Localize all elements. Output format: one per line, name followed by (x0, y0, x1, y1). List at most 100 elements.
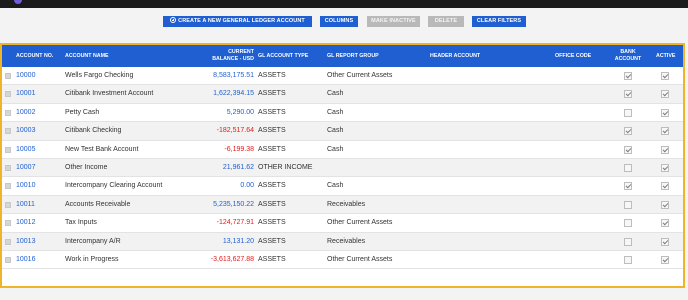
create-account-button[interactable]: CREATE A NEW GENERAL LEDGER ACCOUNT (163, 16, 312, 27)
active-checkbox[interactable] (661, 108, 669, 117)
col-gl-account-type[interactable]: GL ACCOUNT TYPE (258, 53, 308, 60)
col-balance-line2: BALANCE - USD (212, 55, 254, 62)
account-no-link[interactable]: 10011 (16, 196, 35, 214)
account-no-link[interactable]: 10007 (16, 159, 35, 177)
make-inactive-button[interactable]: MAKE INACTIVE (367, 16, 420, 27)
account-no-link[interactable]: 10001 (16, 85, 35, 103)
gl-report-group: Receivables (327, 237, 366, 245)
columns-button[interactable]: COLUMNS (320, 16, 358, 27)
gl-report-group: Cash (327, 145, 344, 153)
col-office-code[interactable]: OFFICE CODE (555, 53, 591, 60)
current-balance: 1,622,394.15 (213, 90, 254, 98)
bank-account-checkbox[interactable] (624, 72, 632, 80)
bank-account-checkbox[interactable] (624, 219, 632, 228)
account-name: Accounts Receivable (65, 200, 131, 208)
account-no-link[interactable]: 10000 (16, 67, 35, 85)
account-no-link[interactable]: 10013 (16, 233, 35, 251)
gl-account-type: ASSETS (258, 219, 286, 227)
current-balance: 8,583,175.51 (213, 72, 254, 79)
account-no-link[interactable]: 10012 (16, 214, 35, 232)
active-checkbox[interactable] (661, 127, 669, 136)
bank-account-checkbox[interactable] (624, 182, 632, 191)
table-row[interactable]: 10003 Citibank Checking -182,517.64 ASSETS C… (2, 122, 683, 141)
active-checkbox[interactable] (661, 256, 669, 264)
col-header-account[interactable]: HEADER ACCOUNT (430, 53, 480, 60)
row-select-checkbox[interactable] (5, 238, 11, 245)
gl-report-group: Receivables (327, 200, 366, 208)
bank-account-checkbox[interactable] (624, 200, 632, 209)
table-row[interactable]: 10013 Intercompany A/R 13,131.20 ASSETS Rece… (2, 232, 683, 251)
gl-account-type: OTHER INCOME (258, 164, 313, 171)
table-row[interactable]: 10001 Citibank Investment Account 1,622,39… (2, 85, 683, 104)
bank-account-checkbox[interactable] (624, 127, 632, 136)
bank-account-checkbox[interactable] (624, 108, 632, 117)
bank-account-checkbox[interactable] (624, 90, 632, 99)
create-account-label: CREATE A NEW GENERAL LEDGER ACCOUNT (178, 18, 305, 24)
row-select-checkbox[interactable] (5, 109, 11, 116)
current-balance: -182,517.64 (216, 127, 254, 135)
col-account-name[interactable]: ACCOUNT NAME (65, 53, 109, 60)
current-balance: -6,199.38 (224, 145, 254, 153)
gl-report-group: Cash (327, 182, 344, 190)
gl-account-type: ASSETS (258, 256, 286, 263)
table-row[interactable]: 10002 Petty Cash 5,290.00 ASSETS Cash (2, 103, 683, 123)
gl-report-group: Cash (327, 90, 344, 98)
current-balance: 0.00 (240, 182, 254, 190)
row-select-checkbox[interactable] (5, 91, 11, 98)
row-select-checkbox[interactable] (5, 128, 11, 135)
row-select-checkbox[interactable] (5, 201, 11, 208)
gl-account-type: ASSETS (258, 145, 286, 153)
row-select-checkbox[interactable] (5, 183, 11, 190)
current-balance: -3,613,627.88 (210, 256, 254, 263)
table-row[interactable]: 10011 Accounts Receivable 5,235,150.22 ASSE… (2, 195, 683, 215)
gl-account-type: ASSETS (258, 90, 286, 98)
account-name: Wells Fargo Checking (65, 72, 134, 79)
active-checkbox[interactable] (661, 164, 669, 172)
account-no-link[interactable]: 10005 (16, 141, 35, 159)
gl-report-group: Other Current Assets (327, 256, 393, 263)
active-checkbox[interactable] (661, 237, 669, 246)
gl-account-type: ASSETS (258, 108, 286, 116)
account-no-link[interactable]: 10016 (16, 251, 35, 269)
account-name: Intercompany A/R (65, 237, 121, 245)
col-gl-report-group[interactable]: GL REPORT GROUP (327, 53, 379, 60)
col-current-balance[interactable]: CURRENT BALANCE - USD (203, 49, 254, 62)
bank-account-checkbox[interactable] (624, 237, 632, 246)
col-bank-account[interactable]: BANK ACCOUNT (610, 49, 646, 62)
bank-account-checkbox[interactable] (624, 256, 632, 264)
bank-account-checkbox[interactable] (624, 164, 632, 172)
bank-account-checkbox[interactable] (624, 145, 632, 154)
row-select-checkbox[interactable] (5, 146, 11, 153)
active-checkbox[interactable] (661, 72, 669, 80)
row-select-checkbox[interactable] (5, 165, 11, 171)
delete-button[interactable]: DELETE (428, 16, 464, 27)
account-no-link[interactable]: 10003 (16, 122, 35, 140)
table-row[interactable]: 10007 Other Income 21,961.62 OTHER INCOME (2, 159, 683, 178)
gl-report-group: Cash (327, 127, 344, 135)
active-checkbox[interactable] (661, 200, 669, 209)
col-account-no[interactable]: ACCOUNT NO. (16, 53, 53, 60)
active-checkbox[interactable] (661, 145, 669, 154)
table-row[interactable]: 10010 Intercompany Clearing Account 0.00 AS… (2, 177, 683, 196)
table-row[interactable]: 10012 Tax Inputs -124,727.91 ASSETS Other Cu… (2, 214, 683, 233)
row-select-checkbox[interactable] (5, 257, 11, 263)
top-app-bar (0, 0, 688, 8)
page-footer-area (0, 289, 688, 300)
table-row[interactable]: 10005 New Test Bank Account -6,199.38 ASSET… (2, 140, 683, 159)
row-select-checkbox[interactable] (5, 220, 11, 227)
account-name: Citibank Investment Account (65, 90, 154, 98)
app-logo-icon (14, 0, 22, 4)
table-row[interactable]: 10000 Wells Fargo Checking 8,583,175.51 ASS… (2, 67, 683, 86)
account-no-link[interactable]: 10002 (16, 104, 35, 122)
active-checkbox[interactable] (661, 90, 669, 99)
col-active[interactable]: ACTIVE (656, 53, 675, 60)
account-no-link[interactable]: 10010 (16, 177, 35, 195)
table-row[interactable]: 10016 Work in Progress -3,613,627.88 ASSETS… (2, 251, 683, 270)
active-checkbox[interactable] (661, 219, 669, 228)
account-name: New Test Bank Account (65, 145, 139, 153)
row-select-checkbox[interactable] (5, 73, 11, 79)
clear-filters-button[interactable]: CLEAR FILTERS (472, 16, 526, 27)
active-checkbox[interactable] (661, 182, 669, 191)
account-name: Petty Cash (65, 108, 100, 116)
current-balance: 5,290.00 (226, 108, 254, 116)
